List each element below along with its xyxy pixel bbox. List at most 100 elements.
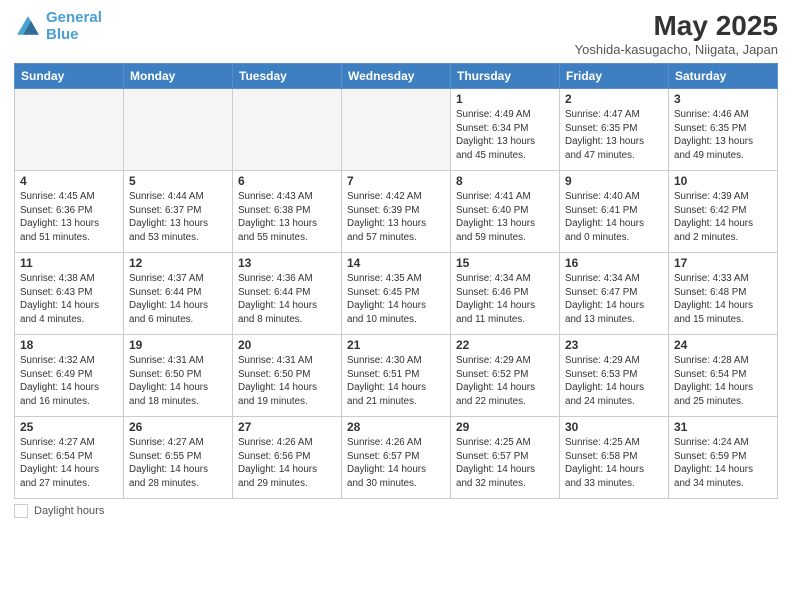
calendar-cell: 20 Sunrise: 4:31 AM Sunset: 6:50 PM Dayli… — [233, 335, 342, 417]
calendar-week-row: 18 Sunrise: 4:32 AM Sunset: 6:49 PM Dayli… — [15, 335, 778, 417]
day-info: Sunrise: 4:28 AM Sunset: 6:54 PM Dayligh… — [674, 354, 772, 409]
day-info: Sunrise: 4:25 AM Sunset: 6:57 PM Dayligh… — [456, 436, 554, 491]
day-info: Sunrise: 4:40 AM Sunset: 6:41 PM Dayligh… — [565, 190, 663, 245]
calendar-week-row: 1Sunrise: 4:49 AM Sunset: 6:34 PM Daylig… — [15, 89, 778, 171]
day-number: 29 — [456, 420, 554, 434]
day-number: 17 — [674, 256, 772, 270]
logo-icon — [14, 13, 42, 41]
calendar-week-row: 25 Sunrise: 4:27 AM Sunset: 6:54 PM Dayli… — [15, 417, 778, 499]
day-number: 21 — [347, 338, 445, 352]
calendar-cell: 18 Sunrise: 4:32 AM Sunset: 6:49 PM Dayli… — [15, 335, 124, 417]
calendar-cell: 1Sunrise: 4:49 AM Sunset: 6:34 PM Daylig… — [451, 89, 560, 171]
calendar-cell: 30 Sunrise: 4:25 AM Sunset: 6:58 PM Dayli… — [560, 417, 669, 499]
weekday-header: Monday — [124, 64, 233, 89]
calendar-cell: 9 Sunrise: 4:40 AM Sunset: 6:41 PM Daylig… — [560, 171, 669, 253]
day-number: 2 — [565, 92, 663, 106]
calendar-cell — [233, 89, 342, 171]
day-info: Sunrise: 4:47 AM Sunset: 6:35 PM Dayligh… — [565, 108, 663, 163]
day-number: 7 — [347, 174, 445, 188]
weekday-header-row: SundayMondayTuesdayWednesdayThursdayFrid… — [15, 64, 778, 89]
calendar-week-row: 4 Sunrise: 4:45 AM Sunset: 6:36 PM Daylig… — [15, 171, 778, 253]
calendar-cell: 17 Sunrise: 4:33 AM Sunset: 6:48 PM Dayli… — [669, 253, 778, 335]
day-info: Sunrise: 4:24 AM Sunset: 6:59 PM Dayligh… — [674, 436, 772, 491]
day-number: 31 — [674, 420, 772, 434]
day-info: Sunrise: 4:29 AM Sunset: 6:52 PM Dayligh… — [456, 354, 554, 409]
day-info: Sunrise: 4:39 AM Sunset: 6:42 PM Dayligh… — [674, 190, 772, 245]
calendar-cell: 10 Sunrise: 4:39 AM Sunset: 6:42 PM Dayli… — [669, 171, 778, 253]
day-number: 13 — [238, 256, 336, 270]
calendar-cell — [15, 89, 124, 171]
weekday-header: Friday — [560, 64, 669, 89]
month-title: May 2025 — [575, 10, 778, 42]
day-info: Sunrise: 4:34 AM Sunset: 6:46 PM Dayligh… — [456, 272, 554, 327]
calendar-cell — [342, 89, 451, 171]
day-info: Sunrise: 4:31 AM Sunset: 6:50 PM Dayligh… — [129, 354, 227, 409]
day-info: Sunrise: 4:35 AM Sunset: 6:45 PM Dayligh… — [347, 272, 445, 327]
location: Yoshida-kasugacho, Niigata, Japan — [575, 42, 778, 57]
calendar-cell: 16 Sunrise: 4:34 AM Sunset: 6:47 PM Dayli… — [560, 253, 669, 335]
calendar-cell: 6Sunrise: 4:43 AM Sunset: 6:38 PM Daylig… — [233, 171, 342, 253]
logo-text: General Blue — [46, 10, 102, 43]
day-number: 8 — [456, 174, 554, 188]
day-info: Sunrise: 4:49 AM Sunset: 6:34 PM Dayligh… — [456, 108, 554, 163]
calendar-cell: 23 Sunrise: 4:29 AM Sunset: 6:53 PM Dayli… — [560, 335, 669, 417]
legend-box — [14, 504, 28, 518]
day-number: 27 — [238, 420, 336, 434]
page: General Blue May 2025 Yoshida-kasugacho,… — [0, 0, 792, 612]
day-info: Sunrise: 4:33 AM Sunset: 6:48 PM Dayligh… — [674, 272, 772, 327]
day-info: Sunrise: 4:32 AM Sunset: 6:49 PM Dayligh… — [20, 354, 118, 409]
calendar-cell: 24 Sunrise: 4:28 AM Sunset: 6:54 PM Dayli… — [669, 335, 778, 417]
day-info: Sunrise: 4:26 AM Sunset: 6:57 PM Dayligh… — [347, 436, 445, 491]
weekday-header: Tuesday — [233, 64, 342, 89]
calendar-cell: 3Sunrise: 4:46 AM Sunset: 6:35 PM Daylig… — [669, 89, 778, 171]
day-info: Sunrise: 4:44 AM Sunset: 6:37 PM Dayligh… — [129, 190, 227, 245]
day-number: 18 — [20, 338, 118, 352]
day-number: 15 — [456, 256, 554, 270]
day-info: Sunrise: 4:29 AM Sunset: 6:53 PM Dayligh… — [565, 354, 663, 409]
day-number: 6 — [238, 174, 336, 188]
day-info: Sunrise: 4:25 AM Sunset: 6:58 PM Dayligh… — [565, 436, 663, 491]
calendar-cell: 28 Sunrise: 4:26 AM Sunset: 6:57 PM Dayli… — [342, 417, 451, 499]
calendar-cell: 5 Sunrise: 4:44 AM Sunset: 6:37 PM Daylig… — [124, 171, 233, 253]
day-number: 4 — [20, 174, 118, 188]
day-number: 10 — [674, 174, 772, 188]
day-number: 20 — [238, 338, 336, 352]
day-info: Sunrise: 4:42 AM Sunset: 6:39 PM Dayligh… — [347, 190, 445, 245]
day-info: Sunrise: 4:27 AM Sunset: 6:54 PM Dayligh… — [20, 436, 118, 491]
calendar-cell: 26 Sunrise: 4:27 AM Sunset: 6:55 PM Dayli… — [124, 417, 233, 499]
calendar-cell: 4 Sunrise: 4:45 AM Sunset: 6:36 PM Daylig… — [15, 171, 124, 253]
calendar: SundayMondayTuesdayWednesdayThursdayFrid… — [14, 63, 778, 499]
weekday-header: Thursday — [451, 64, 560, 89]
day-number: 26 — [129, 420, 227, 434]
calendar-cell: 7 Sunrise: 4:42 AM Sunset: 6:39 PM Daylig… — [342, 171, 451, 253]
title-area: May 2025 Yoshida-kasugacho, Niigata, Jap… — [575, 10, 778, 57]
day-info: Sunrise: 4:45 AM Sunset: 6:36 PM Dayligh… — [20, 190, 118, 245]
calendar-cell: 22 Sunrise: 4:29 AM Sunset: 6:52 PM Dayli… — [451, 335, 560, 417]
day-number: 23 — [565, 338, 663, 352]
logo: General Blue — [14, 10, 102, 43]
weekday-header: Wednesday — [342, 64, 451, 89]
calendar-cell: 15 Sunrise: 4:34 AM Sunset: 6:46 PM Dayli… — [451, 253, 560, 335]
day-number: 22 — [456, 338, 554, 352]
calendar-cell: 31 Sunrise: 4:24 AM Sunset: 6:59 PM Dayli… — [669, 417, 778, 499]
day-number: 30 — [565, 420, 663, 434]
day-number: 9 — [565, 174, 663, 188]
day-info: Sunrise: 4:30 AM Sunset: 6:51 PM Dayligh… — [347, 354, 445, 409]
calendar-cell — [124, 89, 233, 171]
day-number: 28 — [347, 420, 445, 434]
day-number: 16 — [565, 256, 663, 270]
day-number: 24 — [674, 338, 772, 352]
day-info: Sunrise: 4:31 AM Sunset: 6:50 PM Dayligh… — [238, 354, 336, 409]
day-info: Sunrise: 4:37 AM Sunset: 6:44 PM Dayligh… — [129, 272, 227, 327]
day-number: 14 — [347, 256, 445, 270]
day-info: Sunrise: 4:36 AM Sunset: 6:44 PM Dayligh… — [238, 272, 336, 327]
calendar-cell: 8Sunrise: 4:41 AM Sunset: 6:40 PM Daylig… — [451, 171, 560, 253]
day-number: 25 — [20, 420, 118, 434]
calendar-cell: 14 Sunrise: 4:35 AM Sunset: 6:45 PM Dayli… — [342, 253, 451, 335]
day-info: Sunrise: 4:27 AM Sunset: 6:55 PM Dayligh… — [129, 436, 227, 491]
calendar-cell: 19Sunrise: 4:31 AM Sunset: 6:50 PM Dayli… — [124, 335, 233, 417]
day-info: Sunrise: 4:38 AM Sunset: 6:43 PM Dayligh… — [20, 272, 118, 327]
day-info: Sunrise: 4:34 AM Sunset: 6:47 PM Dayligh… — [565, 272, 663, 327]
weekday-header: Sunday — [15, 64, 124, 89]
day-number: 5 — [129, 174, 227, 188]
